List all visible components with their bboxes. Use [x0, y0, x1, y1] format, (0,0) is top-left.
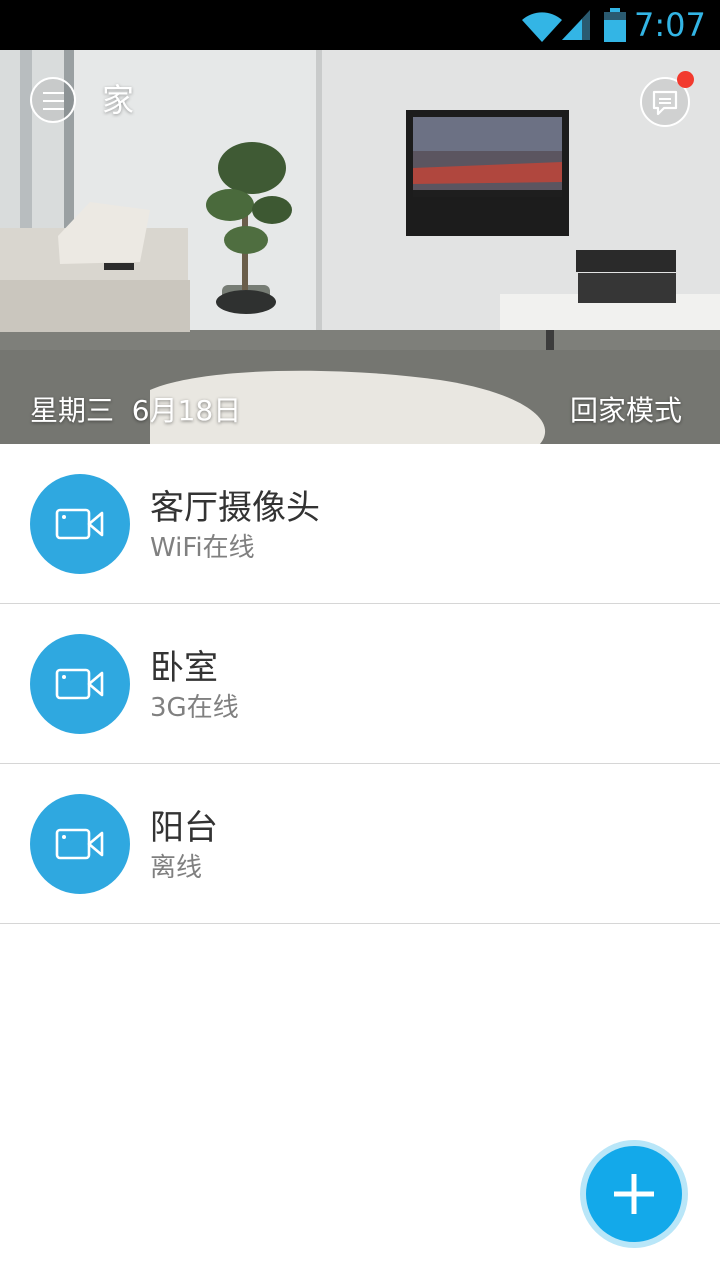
- device-row-balcony[interactable]: 阳台 离线: [0, 764, 720, 924]
- clock: 7:07: [634, 6, 706, 44]
- device-row-living-room[interactable]: 客厅摄像头 WiFi在线: [0, 444, 720, 604]
- add-device-button[interactable]: [580, 1140, 688, 1248]
- video-camera-icon: [55, 508, 104, 540]
- unread-badge: [677, 71, 694, 88]
- device-status: WiFi在线: [150, 533, 255, 563]
- device-row-bedroom[interactable]: 卧室 3G在线: [0, 604, 720, 764]
- menu-button[interactable]: [30, 77, 76, 123]
- wifi-icon: [522, 12, 562, 42]
- add-device-button-core[interactable]: [586, 1146, 682, 1242]
- device-status: 3G在线: [150, 693, 239, 723]
- device-name: 卧室: [150, 648, 218, 688]
- date-label: 星期三 6月18日: [30, 394, 242, 427]
- battery-icon: [604, 8, 626, 42]
- plus-icon: [614, 1174, 654, 1214]
- signal-icon: [562, 10, 590, 40]
- video-camera-icon: [55, 828, 104, 860]
- home-title: 家: [102, 81, 135, 119]
- status-bar: 7:07: [0, 0, 720, 50]
- device-icon: [30, 634, 130, 734]
- home-header: 家 星期三 6月18日 回家模式: [0, 50, 720, 444]
- video-camera-icon: [55, 668, 104, 700]
- device-status: 离线: [150, 853, 203, 883]
- device-name: 客厅摄像头: [150, 488, 320, 528]
- device-list: 客厅摄像头 WiFi在线 卧室 3G在线 阳台 离线: [0, 444, 720, 924]
- device-icon: [30, 474, 130, 574]
- device-name: 阳台: [150, 808, 218, 848]
- home-mode-button[interactable]: 回家模式: [570, 392, 682, 430]
- device-icon: [30, 794, 130, 894]
